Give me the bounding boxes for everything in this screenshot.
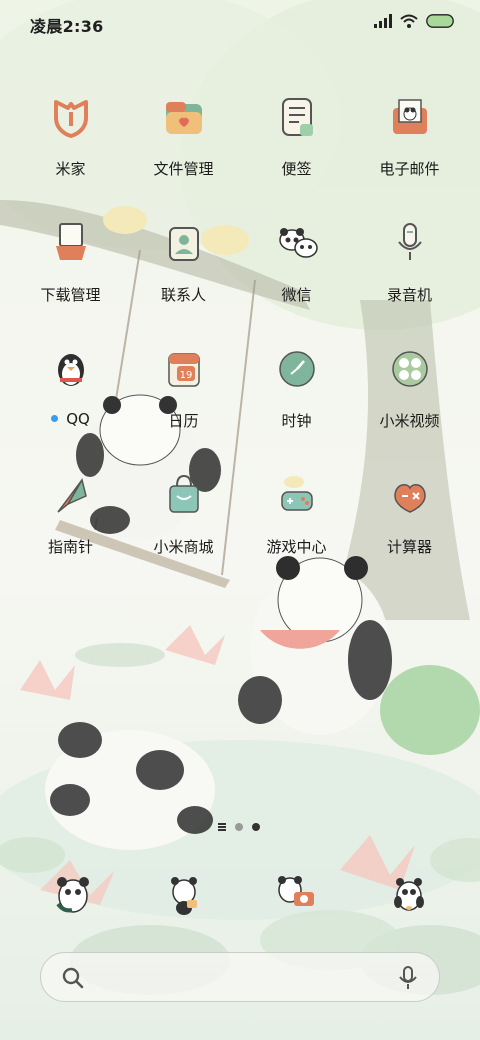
- app-email[interactable]: 电子邮件: [353, 94, 466, 204]
- app-notes[interactable]: 便签: [240, 94, 353, 204]
- page-indicator[interactable]: [218, 823, 260, 831]
- wifi-icon: [400, 14, 418, 28]
- dock-messages[interactable]: [160, 870, 210, 918]
- gamepad-icon: [281, 476, 313, 511]
- app-qq[interactable]: QQ: [14, 346, 127, 456]
- folder-icon: [166, 102, 202, 134]
- panda-camera-icon: [278, 876, 314, 906]
- app-files[interactable]: 文件管理: [127, 94, 240, 204]
- dock: [0, 870, 480, 920]
- video-icon: [392, 351, 428, 387]
- search-icon: [62, 967, 84, 989]
- notes-icon: [282, 98, 313, 136]
- download-icon: [56, 223, 86, 260]
- app-downloads[interactable]: 下载管理: [14, 220, 127, 330]
- app-clock[interactable]: 时钟: [240, 346, 353, 456]
- app-mall[interactable]: 小米商城: [127, 472, 240, 582]
- app-compass[interactable]: 指南针: [14, 472, 127, 582]
- app-wechat[interactable]: 微信: [240, 220, 353, 330]
- dock-camera[interactable]: [272, 870, 322, 918]
- microphone-icon: [398, 223, 422, 260]
- app-video[interactable]: 小米视频: [353, 346, 466, 456]
- wechat-panda-icon: [279, 228, 318, 258]
- status-bar: 凌晨2:36: [0, 0, 480, 44]
- calendar-day: 19: [180, 370, 193, 381]
- email-icon: [393, 99, 427, 134]
- panda-messages-icon: [171, 877, 197, 915]
- voice-search-icon[interactable]: [397, 965, 419, 991]
- panda-phone-icon: [56, 877, 89, 913]
- battery-icon: [426, 14, 454, 28]
- mijia-icon: [54, 100, 88, 138]
- dock-browser[interactable]: [384, 870, 434, 918]
- compass-icon: [57, 478, 87, 513]
- app-calculator[interactable]: 计算器: [353, 472, 466, 582]
- calculator-icon: [394, 483, 426, 513]
- panda-browser-icon: [394, 878, 424, 911]
- app-games[interactable]: 游戏中心: [240, 472, 353, 582]
- calendar-icon: 19: [168, 353, 200, 387]
- notification-dot: [51, 415, 59, 422]
- signal-icon: [374, 14, 392, 28]
- shopping-bag-icon: [169, 474, 199, 513]
- search-input[interactable]: [101, 965, 375, 991]
- status-time: 凌晨2:36: [30, 17, 104, 36]
- contacts-icon: [169, 227, 199, 261]
- page-dot-1: [235, 823, 243, 831]
- search-bar[interactable]: [40, 952, 440, 1002]
- app-contacts[interactable]: 联系人: [127, 220, 240, 330]
- page-dot-2: [252, 823, 260, 831]
- menu-lines-icon: [218, 823, 226, 831]
- app-mijia[interactable]: 米家: [14, 94, 127, 204]
- dock-phone[interactable]: [48, 870, 98, 918]
- qq-penguin-icon: [58, 354, 84, 386]
- app-calendar[interactable]: 19 日历: [127, 346, 240, 456]
- clock-icon: [279, 351, 315, 387]
- app-recorder[interactable]: 录音机: [353, 220, 466, 330]
